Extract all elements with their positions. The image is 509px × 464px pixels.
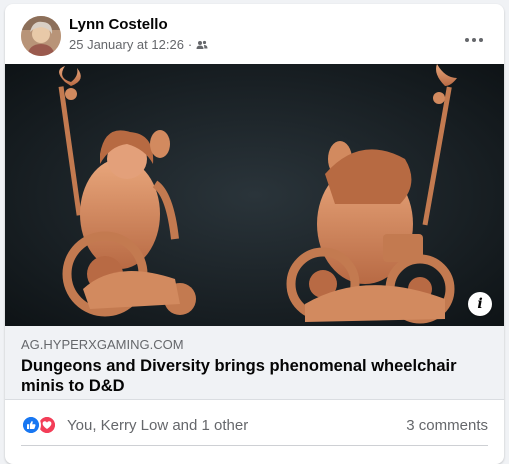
more-options-icon[interactable] xyxy=(456,22,492,58)
info-icon[interactable]: i xyxy=(468,292,492,316)
link-preview[interactable]: AG.HYPERXGAMING.COM Dungeons and Diversi… xyxy=(5,326,504,400)
wheelchair-miniatures-image xyxy=(5,64,504,326)
like-icon xyxy=(21,415,41,435)
author-name[interactable]: Lynn Costello xyxy=(69,16,168,33)
link-title: Dungeons and Diversity brings phenomenal… xyxy=(21,357,457,395)
more-dot xyxy=(479,38,483,42)
reactions-bar: You, Kerry Low and 1 other 3 comments xyxy=(5,408,504,440)
link-preview-image[interactable]: i xyxy=(5,64,504,326)
actions-divider xyxy=(21,445,488,446)
more-dot xyxy=(472,38,476,42)
friends-icon[interactable] xyxy=(196,39,208,51)
post-header: Lynn Costello 25 January at 12:26 · xyxy=(5,4,504,64)
comments-count[interactable]: 3 comments xyxy=(406,417,488,434)
post-card: Lynn Costello 25 January at 12:26 · i AG… xyxy=(5,4,504,464)
more-dot xyxy=(465,38,469,42)
avatar-photo xyxy=(21,16,61,56)
post-timestamp[interactable]: 25 January at 12:26 xyxy=(69,37,184,52)
link-domain: AG.HYPERXGAMING.COM xyxy=(21,337,184,352)
meta-separator: · xyxy=(187,37,193,52)
author-avatar[interactable] xyxy=(21,16,61,56)
reaction-icons[interactable] xyxy=(21,415,61,435)
reaction-summary[interactable]: You, Kerry Low and 1 other xyxy=(67,417,248,434)
post-meta: 25 January at 12:26 · xyxy=(69,37,208,52)
